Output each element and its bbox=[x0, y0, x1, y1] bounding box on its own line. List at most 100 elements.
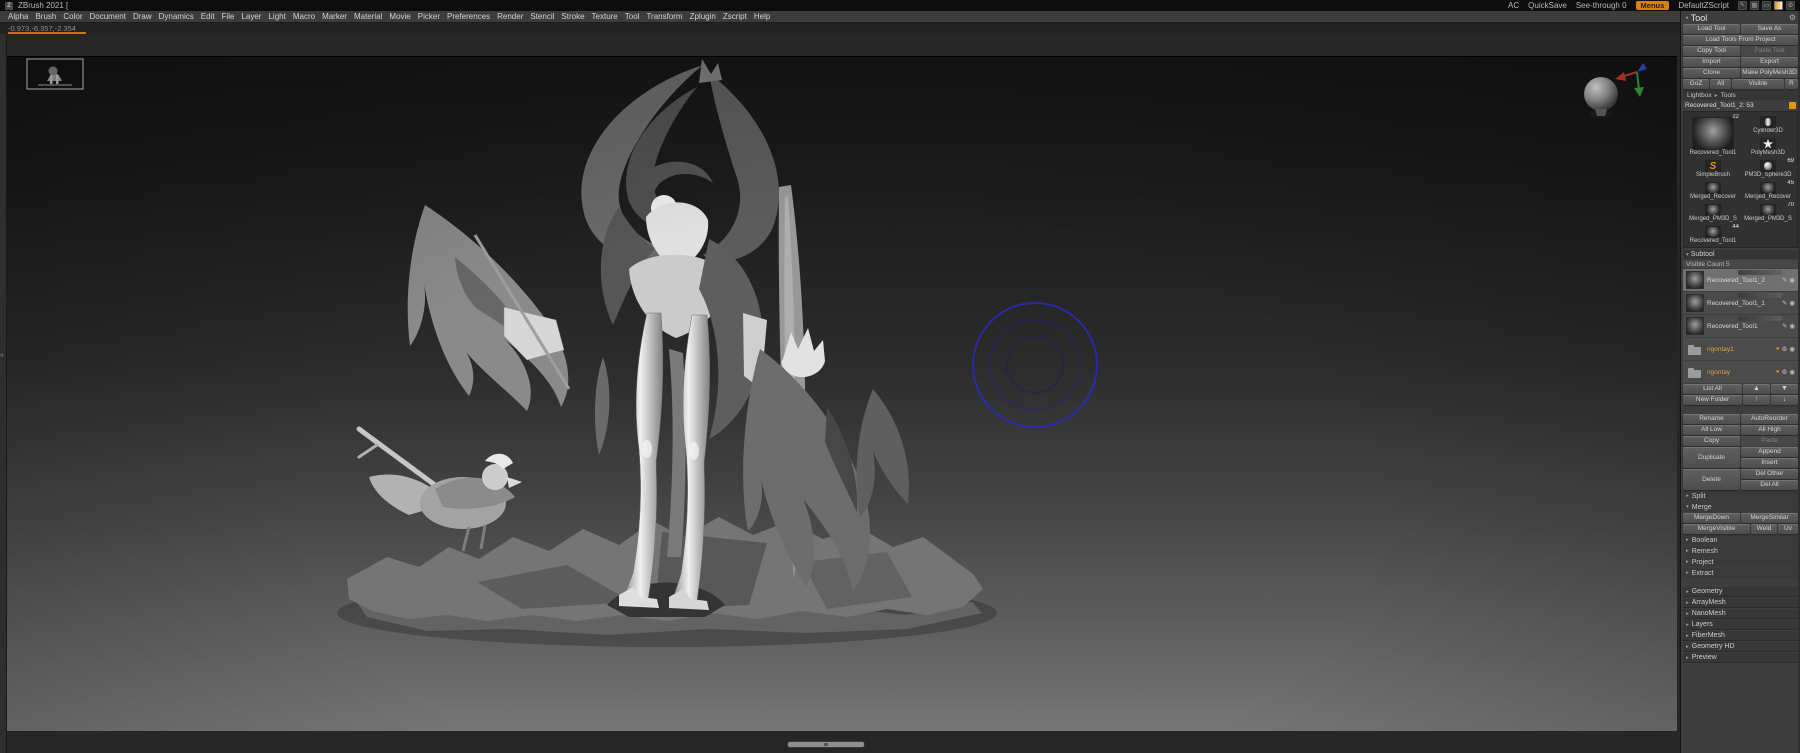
export-button[interactable]: Export bbox=[1741, 57, 1798, 67]
folder-gear-icon[interactable]: ⚙ bbox=[1782, 368, 1788, 376]
polypaint-brush-icon[interactable]: ✎ bbox=[1782, 322, 1787, 330]
save-as-button[interactable]: Save As bbox=[1741, 24, 1798, 34]
folder-flame-icon[interactable]: ● bbox=[1776, 346, 1780, 352]
see-through-slider[interactable]: See-through 0 bbox=[1573, 1, 1629, 13]
menu-item[interactable]: Stencil bbox=[530, 12, 554, 21]
paste-tool-button[interactable]: Paste Tool bbox=[1741, 46, 1798, 56]
menu-item[interactable]: Alpha bbox=[8, 12, 28, 21]
subtool-row[interactable]: ngontay ✎ ● ⚙ ◉ bbox=[1683, 361, 1798, 383]
document-thumbnail[interactable] bbox=[26, 58, 84, 90]
menu-item[interactable]: Zscript bbox=[723, 12, 747, 21]
boolean-section[interactable]: ▸ Boolean bbox=[1683, 535, 1798, 545]
mergevisible-button[interactable]: MergeVisible bbox=[1683, 524, 1750, 534]
axis-gizmo[interactable] bbox=[1615, 63, 1647, 97]
visibility-eye-icon[interactable]: ◉ bbox=[1789, 299, 1795, 307]
autoreorder-button[interactable]: AutoReorder bbox=[1741, 414, 1798, 424]
subtool-row[interactable]: Recovered_Tool1 ✎ ● ⚙ ◉ bbox=[1683, 315, 1798, 337]
clone-button[interactable]: Clone bbox=[1683, 68, 1740, 78]
material-sphere-preview[interactable] bbox=[1584, 77, 1618, 118]
menu-item[interactable]: Light bbox=[268, 12, 285, 21]
tool-thumbnail[interactable]: Cylinder3D bbox=[1741, 114, 1795, 135]
grid-icon[interactable]: ▦ bbox=[1750, 1, 1759, 10]
weld-button[interactable]: Weld bbox=[1751, 524, 1777, 534]
goz-button[interactable]: GoZ bbox=[1683, 79, 1709, 89]
mergedown-button[interactable]: MergeDown bbox=[1683, 513, 1740, 523]
menu-item[interactable]: Document bbox=[90, 12, 126, 21]
all-low-button[interactable]: All Low bbox=[1683, 425, 1740, 435]
subtool-thumbnail[interactable] bbox=[1686, 294, 1704, 312]
del-other-button[interactable]: Del Other bbox=[1741, 469, 1798, 479]
menu-item[interactable]: Color bbox=[63, 12, 82, 21]
palette-section-row[interactable]: ▸ ArrayMesh bbox=[1683, 598, 1798, 608]
subtool-mini-toolbar[interactable] bbox=[1738, 316, 1782, 321]
load-tools-from-project-button[interactable]: Load Tools From Project bbox=[1683, 35, 1798, 45]
menu-item[interactable]: Edit bbox=[201, 12, 215, 21]
folder-up-button[interactable]: ↑ bbox=[1743, 395, 1770, 405]
menu-item[interactable]: Layer bbox=[241, 12, 261, 21]
menu-item[interactable]: Picker bbox=[418, 12, 440, 21]
menu-item[interactable]: Zplugin bbox=[690, 12, 716, 21]
uv-button[interactable]: Uv bbox=[1778, 524, 1798, 534]
insert-button[interactable]: Insert bbox=[1741, 458, 1798, 468]
active-tool-row[interactable]: Recovered_Tool1_2: 53 bbox=[1683, 101, 1798, 110]
mergesimilar-button[interactable]: MergeSimilar bbox=[1741, 513, 1798, 523]
menu-item[interactable]: Tool bbox=[625, 12, 640, 21]
palette-section-row[interactable]: ▸ Geometry HD bbox=[1683, 642, 1798, 652]
tool-thumbnail[interactable]: 69 PM3D_Sphere3D bbox=[1741, 158, 1795, 179]
palette-section-row[interactable]: ▸ Preview bbox=[1683, 653, 1798, 663]
visibility-eye-icon[interactable]: ◉ bbox=[1789, 322, 1795, 330]
merge-section[interactable]: ▾ Merge bbox=[1683, 502, 1798, 512]
subtool-mini-toolbar[interactable] bbox=[1738, 270, 1782, 275]
menu-item[interactable]: Preferences bbox=[447, 12, 490, 21]
pen-icon[interactable]: ✎ bbox=[1738, 1, 1747, 10]
menu-item[interactable]: Help bbox=[754, 12, 770, 21]
palette-section-row[interactable]: ▸ NanoMesh bbox=[1683, 609, 1798, 619]
menu-item[interactable]: Render bbox=[497, 12, 523, 21]
goz-all-button[interactable]: All bbox=[1710, 79, 1731, 89]
paste-subtool-button[interactable]: Paste bbox=[1741, 436, 1798, 446]
ac-indicator[interactable]: AC bbox=[1508, 1, 1519, 10]
visibility-eye-icon[interactable]: ◉ bbox=[1789, 345, 1795, 353]
sculpture-model[interactable] bbox=[337, 59, 997, 647]
subtool-thumbnail[interactable] bbox=[1686, 317, 1704, 335]
copy-tool-button[interactable]: Copy Tool bbox=[1683, 46, 1740, 56]
split-section[interactable]: ▸ Split bbox=[1683, 491, 1798, 501]
subtool-row[interactable]: Recovered_Tool1_2 ✎ ● ⚙ ◉ bbox=[1683, 269, 1798, 291]
menu-item[interactable]: Macro bbox=[293, 12, 315, 21]
subtool-thumbnail[interactable] bbox=[1686, 271, 1704, 289]
subtool-up-button[interactable]: ▲ bbox=[1743, 384, 1770, 394]
lightbox-tools-row[interactable]: Lightbox ▸ Tools bbox=[1683, 90, 1798, 100]
menu-item[interactable]: Material bbox=[354, 12, 382, 21]
goz-visible-button[interactable]: Visible bbox=[1732, 79, 1784, 89]
gear-icon[interactable]: ⚙ bbox=[1786, 1, 1795, 10]
monitor-icon[interactable]: ▭ bbox=[1762, 1, 1771, 10]
menu-item[interactable]: Dynamics bbox=[159, 12, 194, 21]
folder-down-button[interactable]: ↓ bbox=[1771, 395, 1798, 405]
load-tool-button[interactable]: Load Tool bbox=[1683, 24, 1740, 34]
tool-thumbnail[interactable]: Merged_PM3D_S bbox=[1686, 202, 1740, 223]
tool-thumbnail[interactable]: 45 Merged_Recover bbox=[1741, 180, 1795, 201]
tool-thumbnail[interactable]: SimpleBrush bbox=[1686, 158, 1740, 179]
menu-item[interactable]: Marker bbox=[322, 12, 347, 21]
new-folder-button[interactable]: New Folder bbox=[1683, 395, 1742, 405]
folder-gear-icon[interactable]: ⚙ bbox=[1782, 345, 1788, 353]
all-high-button[interactable]: All High bbox=[1741, 425, 1798, 435]
menu-item[interactable]: File bbox=[222, 12, 235, 21]
menu-item[interactable]: Texture bbox=[592, 12, 618, 21]
copy-subtool-button[interactable]: Copy bbox=[1683, 436, 1740, 446]
del-all-button[interactable]: Del All bbox=[1741, 480, 1798, 490]
subtool-thumbnail[interactable] bbox=[1686, 363, 1704, 381]
polypaint-brush-icon[interactable]: ✎ bbox=[1782, 299, 1787, 307]
horizontal-scrollbar[interactable] bbox=[788, 742, 864, 747]
visibility-eye-icon[interactable]: ◉ bbox=[1789, 368, 1795, 376]
list-all-button[interactable]: List All bbox=[1683, 384, 1742, 394]
import-button[interactable]: Import bbox=[1683, 57, 1740, 67]
subtool-row[interactable]: Recovered_Tool1_1 ✎ ● ⚙ ◉ bbox=[1683, 292, 1798, 314]
rename-button[interactable]: Rename bbox=[1683, 414, 1740, 424]
menu-item[interactable]: Movie bbox=[389, 12, 410, 21]
append-button[interactable]: Append bbox=[1741, 447, 1798, 457]
panel-collapse-icon[interactable]: ◂ bbox=[1685, 15, 1688, 21]
menu-item[interactable]: Transform bbox=[646, 12, 682, 21]
menu-item[interactable]: Draw bbox=[133, 12, 152, 21]
subtool-thumbnail[interactable] bbox=[1686, 340, 1704, 358]
